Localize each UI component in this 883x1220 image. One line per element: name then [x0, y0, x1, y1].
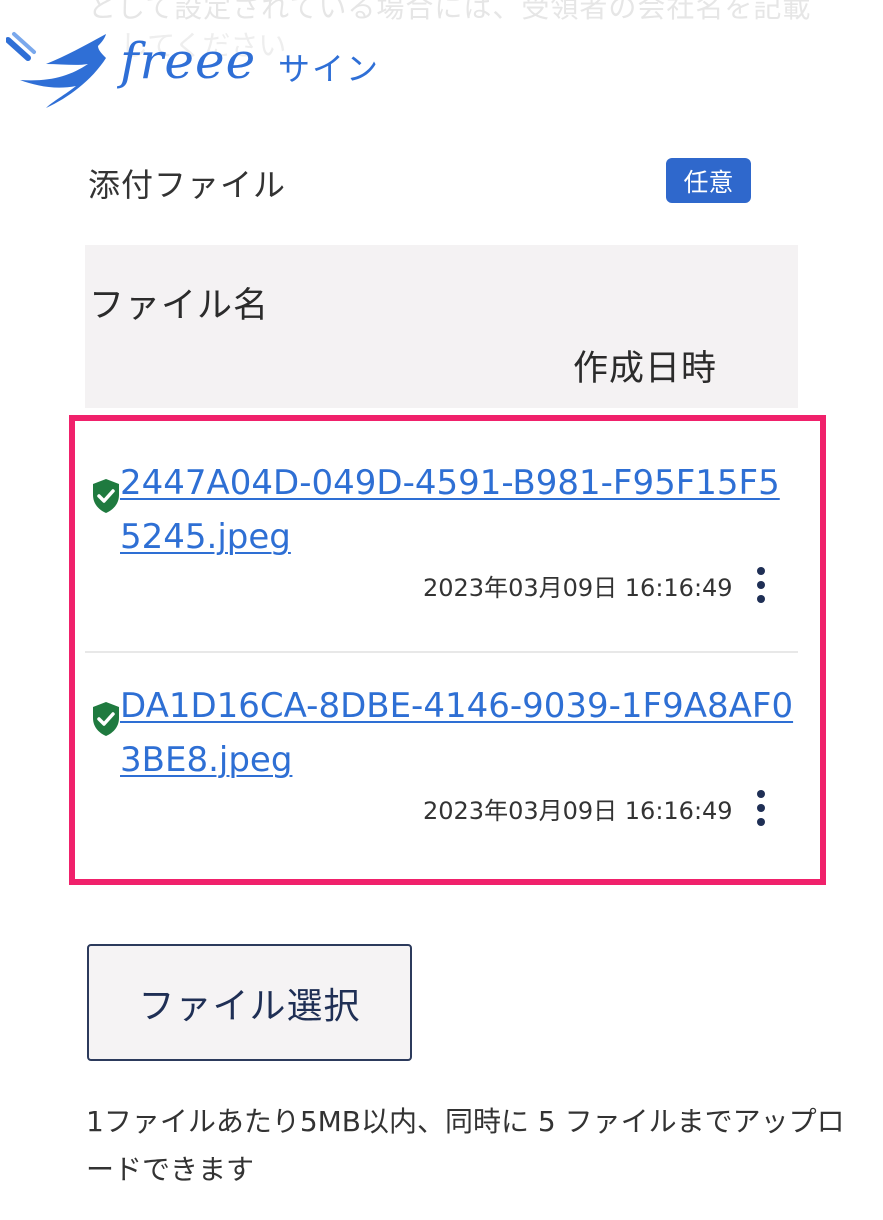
- file-select-button[interactable]: ファイル選択: [87, 944, 412, 1061]
- column-header-file-name: ファイル名: [89, 286, 270, 326]
- highlight-box: [69, 415, 826, 885]
- freee-sign-logo: freee サイン: [6, 24, 386, 114]
- column-header-created-at: 作成日時: [573, 349, 718, 389]
- background-description-text: として設定されている場合には、受領者の会社名を記載: [88, 0, 812, 24]
- logo-product-text: サイン: [278, 50, 381, 88]
- upload-limit-note: 1ファイルあたり5MB以内、同時に 5 ファイルまでアップロードできます: [86, 1105, 845, 1186]
- swallow-logo-icon: [6, 32, 106, 108]
- logo-brand-text: freee: [120, 32, 257, 90]
- attachments-label: 添付ファイル: [88, 166, 287, 204]
- optional-badge: 任意: [666, 158, 751, 203]
- attachments-table-header: ファイル名 作成日時: [85, 245, 798, 408]
